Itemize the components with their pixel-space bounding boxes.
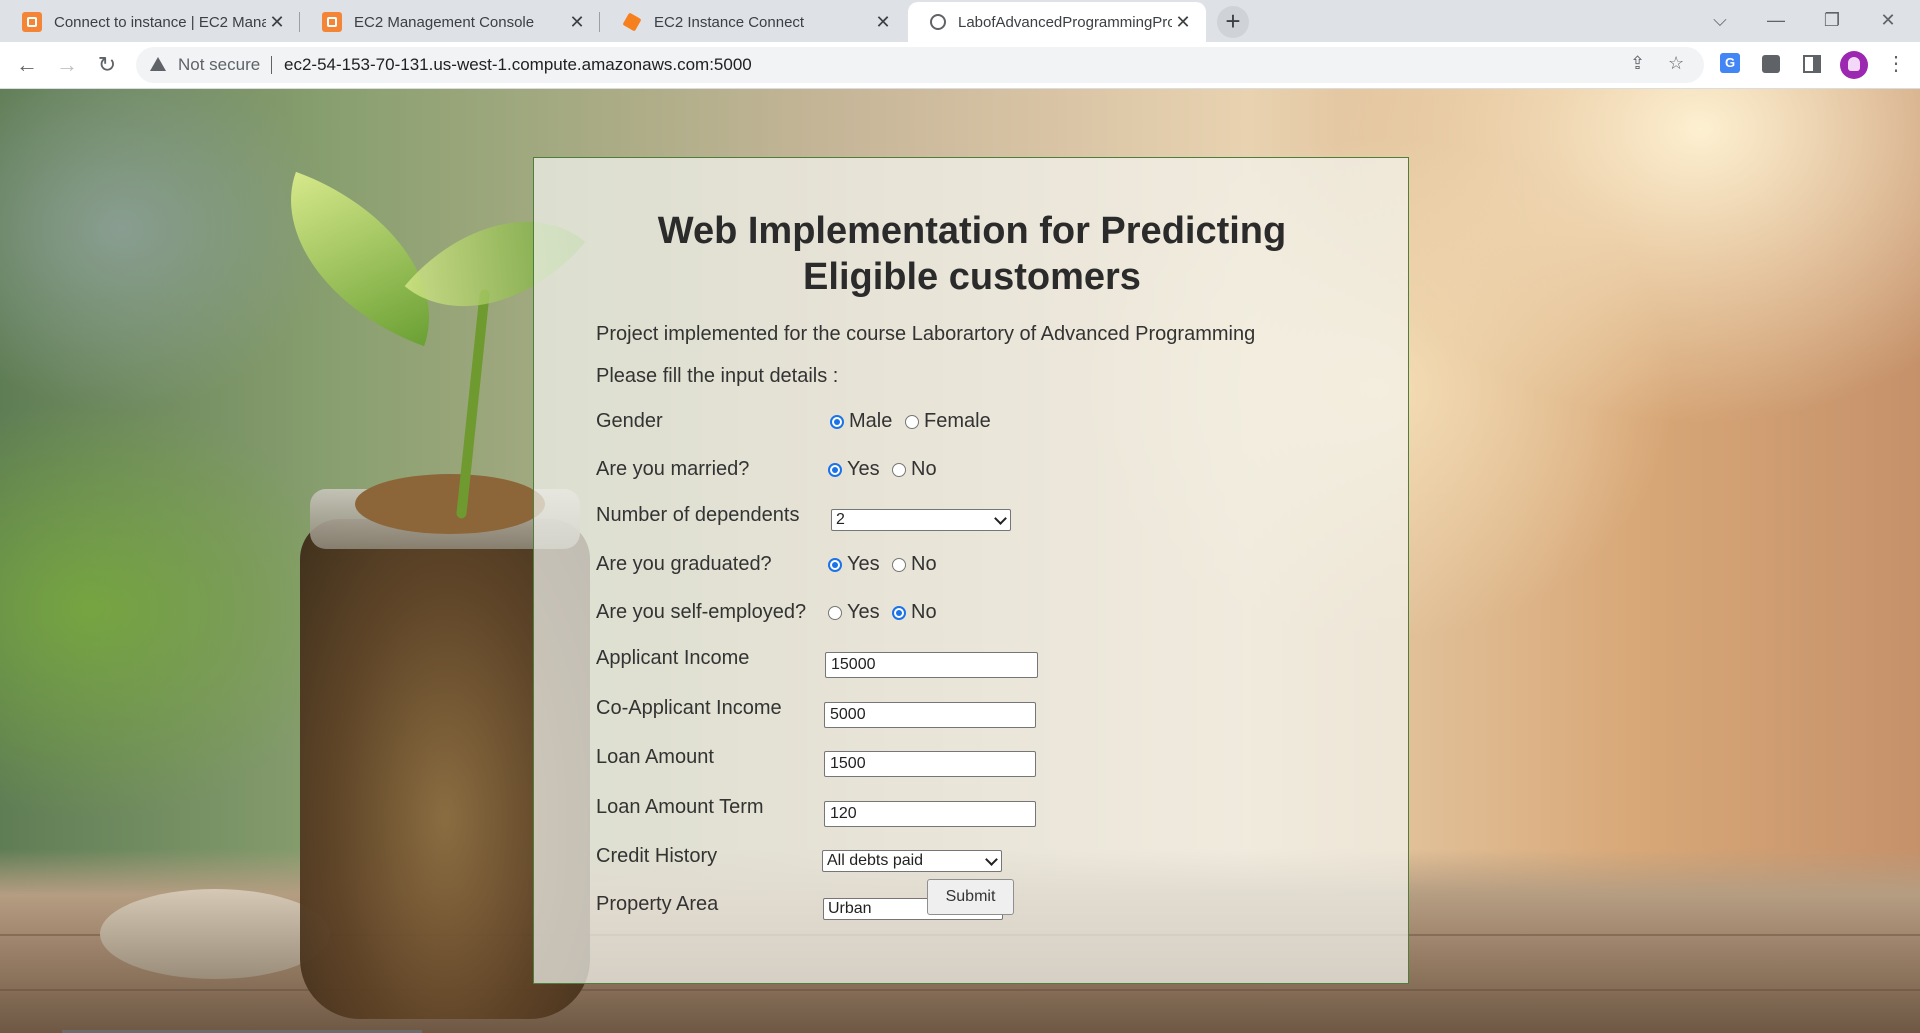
tab-ec2-management-console[interactable]: EC2 Management Console ✕ <box>300 2 600 42</box>
self-employed-no-radio[interactable] <box>892 606 906 620</box>
background-jar-lid <box>100 889 330 979</box>
project-subtitle: Project implemented for the course Labor… <box>596 323 1256 345</box>
globe-icon <box>930 14 946 30</box>
loan-amount-label: Loan Amount <box>596 746 714 768</box>
browser-toolbar: ← → ↻ Not secure ec2-54-153-70-131.us-we… <box>0 42 1920 89</box>
aws-icon <box>22 12 42 32</box>
close-window-icon[interactable]: ✕ <box>1864 4 1912 36</box>
background-coins <box>355 474 545 534</box>
address-divider <box>271 56 272 74</box>
loan-amount-input[interactable]: 1500 <box>824 751 1036 777</box>
credit-history-value: All debts paid <box>827 852 924 869</box>
restore-icon[interactable]: ❐ <box>1808 4 1856 36</box>
form-instructions: Please fill the input details : <box>596 365 839 387</box>
address-bar[interactable]: Not secure ec2-54-153-70-131.us-west-1.c… <box>136 47 1704 83</box>
extensions-icon[interactable] <box>1762 55 1780 73</box>
new-tab-button[interactable]: + <box>1217 6 1249 38</box>
self-employed-yes-radio[interactable] <box>828 606 842 620</box>
url-text[interactable]: ec2-54-153-70-131.us-west-1.compute.amaz… <box>284 55 752 75</box>
graduated-yes-label[interactable]: Yes <box>847 553 880 576</box>
share-icon[interactable]: ⇪ <box>1630 53 1645 74</box>
gender-label: Gender <box>596 410 663 432</box>
security-label[interactable]: Not secure <box>178 55 260 75</box>
gender-male-label[interactable]: Male <box>849 410 892 433</box>
dependents-select[interactable]: 2 <box>831 509 1011 531</box>
married-no-label[interactable]: No <box>911 458 937 481</box>
property-area-label: Property Area <box>596 893 719 915</box>
aws-icon <box>322 12 342 32</box>
applicant-income-input[interactable]: 15000 <box>825 652 1038 678</box>
self-employed-yes-label[interactable]: Yes <box>847 601 880 624</box>
coapplicant-income-label: Co-Applicant Income <box>596 697 782 719</box>
graduated-no-label[interactable]: No <box>911 553 937 576</box>
property-area-value: Urban <box>828 900 872 917</box>
coapplicant-income-input[interactable]: 5000 <box>824 702 1036 728</box>
profile-avatar[interactable] <box>1840 51 1868 79</box>
warning-icon[interactable] <box>150 57 166 71</box>
close-icon[interactable]: ✕ <box>872 12 894 33</box>
reload-icon[interactable]: ↻ <box>92 50 122 80</box>
tab-ec2-instance-connect[interactable]: EC2 Instance Connect ✕ <box>600 2 906 42</box>
dependents-label: Number of dependents <box>596 504 800 526</box>
graduated-label: Are you graduated? <box>596 553 772 575</box>
back-icon[interactable]: ← <box>12 50 42 80</box>
gender-female-radio[interactable] <box>905 415 919 429</box>
tab-title: EC2 Management Console <box>354 13 535 31</box>
married-yes-label[interactable]: Yes <box>847 458 880 481</box>
tab-strip: Connect to instance | EC2 Manag ✕ EC2 Ma… <box>0 0 1920 42</box>
page-title-line1: Web Implementation for Predicting <box>657 210 1287 252</box>
self-employed-label: Are you self-employed? <box>596 601 807 623</box>
page-title: Web Implementation for Predicting Eligib… <box>534 208 1410 300</box>
loan-term-input[interactable]: 120 <box>824 801 1036 827</box>
chevron-down-icon <box>994 512 1007 525</box>
forward-icon[interactable]: → <box>52 50 82 80</box>
tab-title: Connect to instance | EC2 Manag <box>54 13 266 31</box>
self-employed-no-label[interactable]: No <box>911 601 937 624</box>
prediction-form-panel: Web Implementation for Predicting Eligib… <box>533 157 1409 984</box>
credit-history-select[interactable]: All debts paid <box>822 850 1002 872</box>
credit-history-label: Credit History <box>596 845 718 867</box>
page-title-line2: Eligible customers <box>803 256 1141 298</box>
gender-male-radio[interactable] <box>830 415 844 429</box>
tab-lab-advanced-programming[interactable]: LabofAdvancedProgrammingPro ✕ <box>908 2 1206 42</box>
chevron-down-icon <box>985 853 998 866</box>
chevron-down-icon[interactable]: ⌵ <box>1696 4 1744 36</box>
submit-button[interactable]: Submit <box>927 879 1014 915</box>
dependents-value: 2 <box>836 511 845 528</box>
close-icon[interactable]: ✕ <box>566 12 588 33</box>
tab-title: LabofAdvancedProgrammingPro <box>958 13 1172 31</box>
loan-term-label: Loan Amount Term <box>596 796 764 818</box>
close-icon[interactable]: ✕ <box>1172 12 1194 33</box>
graduated-yes-radio[interactable] <box>828 558 842 572</box>
tab-title: EC2 Instance Connect <box>654 13 805 31</box>
married-label: Are you married? <box>596 458 750 480</box>
graduated-no-radio[interactable] <box>892 558 906 572</box>
applicant-income-label: Applicant Income <box>596 647 750 669</box>
side-panel-icon[interactable] <box>1803 55 1821 73</box>
minimize-icon[interactable]: — <box>1752 4 1800 36</box>
star-icon[interactable]: ☆ <box>1668 53 1684 74</box>
married-yes-radio[interactable] <box>828 463 842 477</box>
cube-icon <box>622 12 642 32</box>
close-icon[interactable]: ✕ <box>266 12 288 33</box>
menu-icon[interactable]: ⋮ <box>1886 51 1906 76</box>
background-plank-line <box>0 989 1920 991</box>
married-no-radio[interactable] <box>892 463 906 477</box>
tab-connect-to-instance[interactable]: Connect to instance | EC2 Manag ✕ <box>0 2 300 42</box>
translate-icon[interactable]: G <box>1720 53 1740 73</box>
gender-female-label[interactable]: Female <box>924 410 991 433</box>
